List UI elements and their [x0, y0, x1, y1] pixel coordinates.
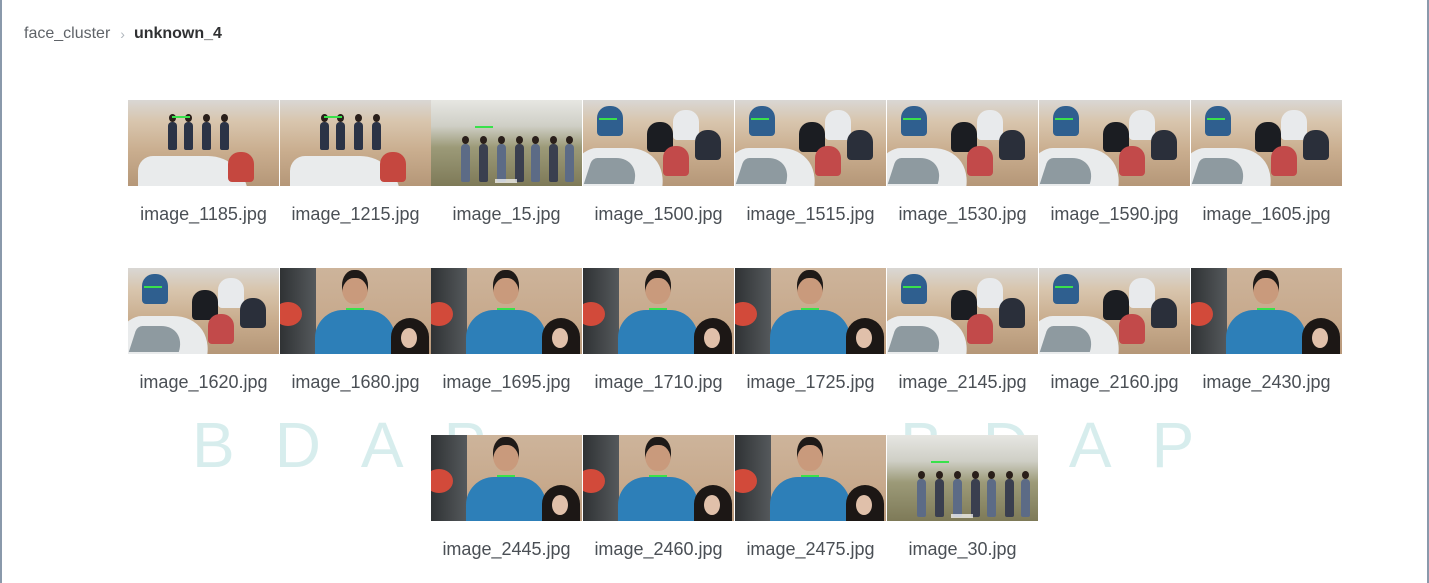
image-filename: image_1680.jpg [291, 372, 420, 392]
image-thumbnail-card[interactable]: image_1680.jpg [280, 268, 431, 392]
image-thumbnail-card[interactable]: image_2460.jpg [583, 435, 734, 559]
image-thumbnail[interactable] [1191, 100, 1342, 186]
image-thumbnail[interactable] [887, 435, 1038, 521]
image-filename: image_2160.jpg [1050, 372, 1179, 392]
image-filename: image_1605.jpg [1202, 204, 1331, 224]
image-thumbnail-card[interactable]: image_1695.jpg [431, 268, 582, 392]
image-thumbnail-card[interactable]: image_1605.jpg [1191, 100, 1342, 224]
image-filename: image_1515.jpg [746, 204, 875, 224]
image-thumbnail-card[interactable]: image_1710.jpg [583, 268, 734, 392]
image-thumbnail[interactable] [583, 435, 734, 521]
image-thumbnail-card[interactable]: image_2145.jpg [887, 268, 1038, 392]
image-filename: image_1185.jpg [140, 204, 267, 224]
image-filename: image_1710.jpg [594, 372, 723, 392]
image-thumbnail[interactable] [735, 435, 886, 521]
image-thumbnail[interactable] [583, 268, 734, 354]
image-filename: image_2430.jpg [1202, 372, 1331, 392]
image-filename: image_15.jpg [452, 204, 561, 224]
image-filename: image_2460.jpg [594, 539, 723, 559]
image-thumbnail-card[interactable]: image_1500.jpg [583, 100, 734, 224]
image-thumbnail[interactable] [887, 268, 1038, 354]
image-thumbnail-card[interactable]: image_1590.jpg [1039, 100, 1190, 224]
image-thumbnail[interactable] [735, 100, 886, 186]
image-thumbnail[interactable] [431, 435, 582, 521]
image-thumbnail[interactable] [128, 268, 279, 354]
image-thumbnail[interactable] [1039, 100, 1190, 186]
image-filename: image_2475.jpg [746, 539, 875, 559]
image-filename: image_1620.jpg [139, 372, 268, 392]
image-thumbnail-card[interactable]: image_1725.jpg [735, 268, 886, 392]
image-filename: image_1500.jpg [594, 204, 723, 224]
image-thumbnail-card[interactable]: image_2160.jpg [1039, 268, 1190, 392]
image-thumbnail[interactable] [280, 100, 431, 186]
image-filename: image_30.jpg [908, 539, 1017, 559]
image-thumbnail-card[interactable]: image_1515.jpg [735, 100, 886, 224]
image-thumbnail-card[interactable]: image_1620.jpg [128, 268, 279, 392]
image-thumbnail[interactable] [583, 100, 734, 186]
image-filename: image_2445.jpg [442, 539, 571, 559]
image-filename: image_2145.jpg [898, 372, 1027, 392]
image-thumbnail[interactable] [431, 100, 582, 186]
image-filename: image_1725.jpg [746, 372, 875, 392]
image-thumbnail[interactable] [735, 268, 886, 354]
image-thumbnail-card[interactable]: image_2445.jpg [431, 435, 582, 559]
image-filename: image_1695.jpg [442, 372, 571, 392]
image-thumbnail[interactable] [1039, 268, 1190, 354]
image-thumbnail[interactable] [1191, 268, 1342, 354]
image-thumbnail-card[interactable]: image_1215.jpg [280, 100, 431, 224]
image-thumbnail-card[interactable]: image_1530.jpg [887, 100, 1038, 224]
image-thumbnail[interactable] [887, 100, 1038, 186]
image-filename: image_1215.jpg [291, 204, 420, 224]
image-thumbnail-card[interactable]: image_15.jpg [431, 100, 582, 224]
image-thumbnail[interactable] [280, 268, 431, 354]
image-thumbnail-card[interactable]: image_30.jpg [887, 435, 1038, 559]
image-thumbnail-card[interactable]: image_2430.jpg [1191, 268, 1342, 392]
image-thumbnail-card[interactable]: image_1185.jpg [128, 100, 279, 224]
image-thumbnail[interactable] [431, 268, 582, 354]
image-filename: image_1530.jpg [898, 204, 1027, 224]
image-thumbnail-card[interactable]: image_2475.jpg [735, 435, 886, 559]
image-grid: image_1185.jpg image_1215.jpg image_15.jpg… [0, 0, 1429, 583]
image-filename: image_1590.jpg [1050, 204, 1179, 224]
image-thumbnail[interactable] [128, 100, 279, 186]
